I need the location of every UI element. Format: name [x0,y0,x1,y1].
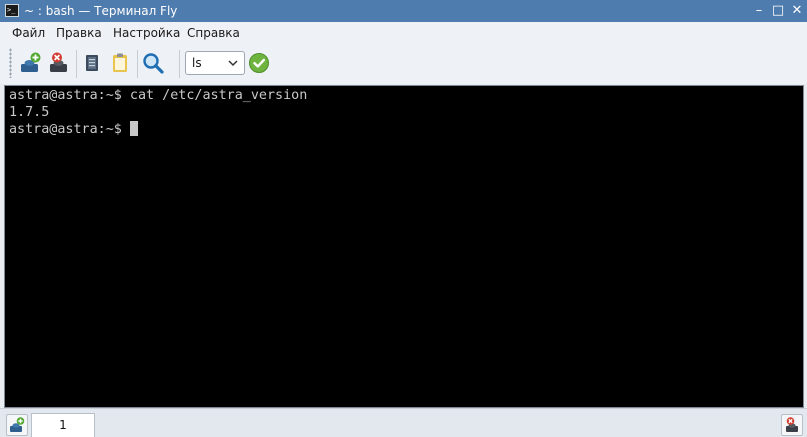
terminal-view[interactable]: astra@astra:~$ cat /etc/astra_version 1.… [4,85,804,408]
minimize-button[interactable]: – [751,3,767,19]
copy-button[interactable] [79,50,105,76]
close-session-button[interactable] [46,50,72,76]
tab-1[interactable]: 1 [31,413,95,437]
toolbar-separator [179,50,180,78]
window-title: ~ : bash — Терминал Fly [24,4,178,18]
menu-settings[interactable]: Настройка [113,26,180,40]
command-select[interactable]: ls [185,51,245,75]
terminal-cursor [129,121,138,136]
maximize-icon: □ [771,3,785,18]
chevron-down-icon [228,60,238,67]
maximize-button[interactable]: □ [770,3,786,19]
menu-bar: Файл Правка Настройка Справка [0,22,807,44]
menu-help[interactable]: Справка [187,26,240,40]
new-tab-icon [10,417,25,432]
paste-button[interactable] [107,50,133,76]
search-icon [143,53,164,74]
terminal-prompt-line: astra@astra:~$ [9,121,138,139]
terminal-line: astra@astra:~$ cat /etc/astra_version [9,88,308,103]
command-select-value: ls [192,56,202,70]
terminal-prompt: astra@astra:~$ [9,122,130,137]
close-tab-icon [786,417,798,432]
close-tab-button[interactable] [781,414,803,436]
paste-icon [113,53,127,72]
copy-icon [86,55,98,71]
terminal-line: 1.7.5 [9,104,50,120]
toolbar: ls [0,44,807,84]
title-bar[interactable]: >_ ~ : bash — Терминал Fly – □ ✕ [0,0,807,22]
close-icon: ✕ [791,3,803,18]
menu-edit[interactable]: Правка [56,26,102,40]
new-session-button[interactable] [18,50,44,76]
toolbar-grip[interactable] [9,48,12,78]
menu-file[interactable]: Файл [12,26,45,40]
terminal-app-icon: >_ [5,4,19,17]
close-button[interactable]: ✕ [789,3,805,19]
close-session-icon [50,52,67,72]
new-session-icon [21,52,41,72]
toolbar-separator [137,50,138,78]
search-button[interactable] [140,50,166,76]
toolbar-separator [76,50,77,78]
check-icon [249,53,269,73]
new-tab-button[interactable] [6,414,28,436]
run-command-button[interactable] [248,52,270,74]
tab-bar: 1 [0,408,807,437]
minimize-icon: – [755,3,763,18]
